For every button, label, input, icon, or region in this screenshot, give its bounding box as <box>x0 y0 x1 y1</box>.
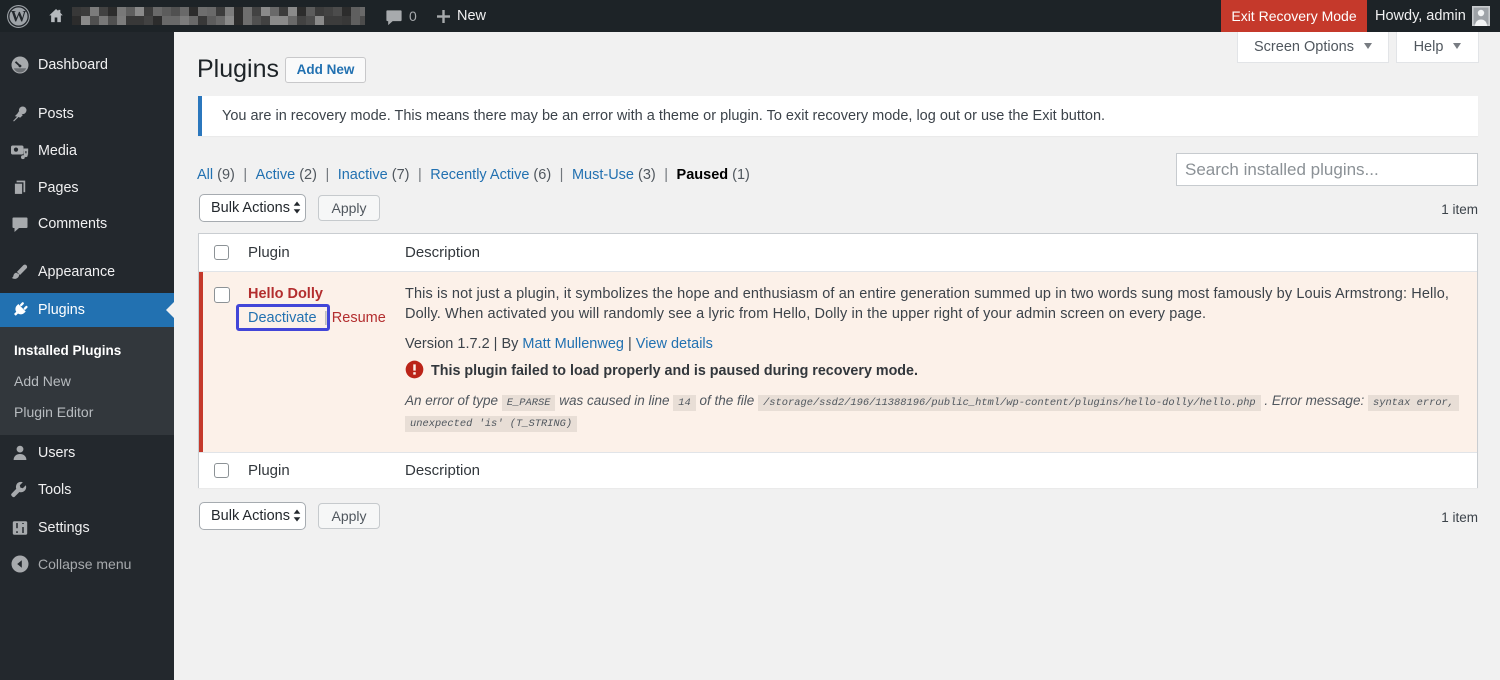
svg-text:W: W <box>11 9 27 26</box>
